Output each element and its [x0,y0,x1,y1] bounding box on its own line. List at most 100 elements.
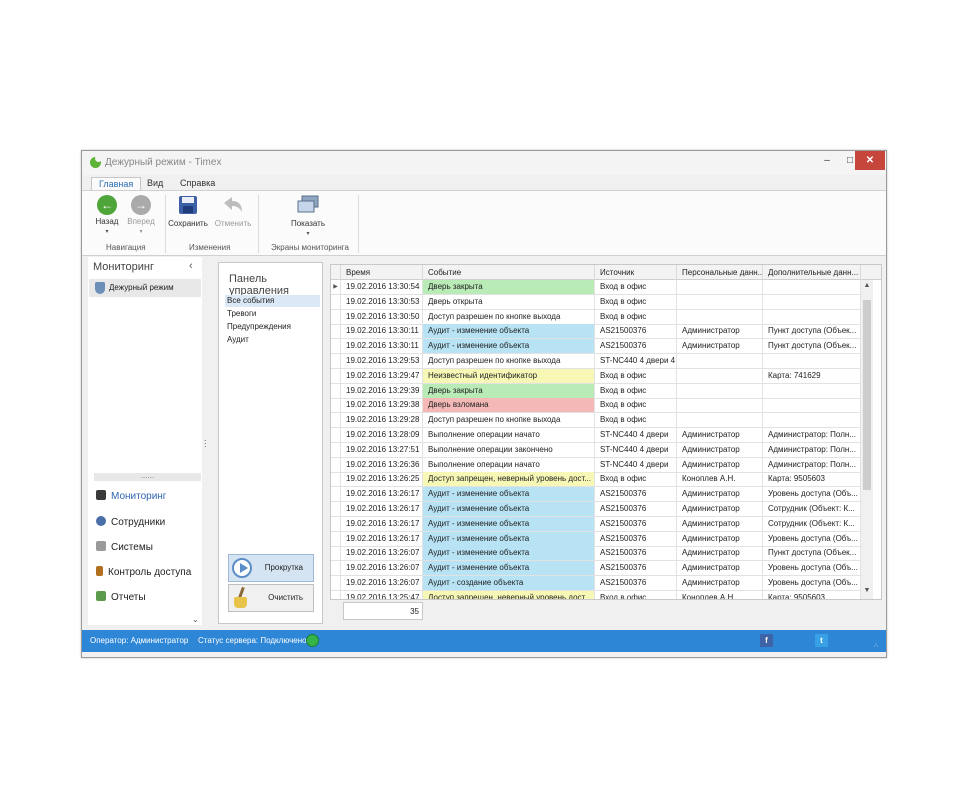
scroll-thumb[interactable] [863,300,871,490]
ribbon-separator [358,195,359,253]
nav-reports[interactable]: Отчеты [96,591,146,603]
facebook-icon[interactable]: f [760,634,773,647]
table-row[interactable]: 19.02.2016 13:26:25 Доступ запрещен, неве… [331,472,861,488]
close-button[interactable]: ✕ [855,151,885,170]
cell-time: 19.02.2016 13:29:28 [341,413,423,428]
table-row[interactable]: 19.02.2016 13:30:50 Доступ разрешен по кн… [331,309,861,325]
undo-button[interactable]: Отменить [212,195,254,228]
table-row[interactable]: ▶ 19.02.2016 13:30:54 Дверь закрыта Вход в … [331,280,861,295]
table-row[interactable]: 19.02.2016 13:26:17 Аудит - изменение объ… [331,502,861,517]
cell-event: Аудит - изменение объекта [423,531,595,546]
resize-grip-icon[interactable]: ∴ [874,642,878,649]
filter-alarms[interactable]: Тревоги [225,308,320,320]
column-header-extra[interactable]: Дополнительные данн... [763,265,861,280]
column-header-time[interactable]: Время [341,265,423,280]
row-indicator [331,324,341,339]
table-row[interactable]: 19.02.2016 13:26:17 Аудит - изменение объ… [331,516,861,532]
cell-personal: Администратор [677,442,763,457]
vertical-scrollbar[interactable]: ▲ ▼ [861,280,873,599]
cell-event: Доступ разрешен по кнопке выхода [423,354,595,368]
cell-personal [677,309,763,324]
cell-personal: Администратор [677,531,763,546]
table-row[interactable]: 19.02.2016 13:30:53 Дверь открыта Вход в о… [331,294,861,310]
cell-extra: Администратор: Полн... [763,428,861,442]
table-row[interactable]: 19.02.2016 13:28:09 Выполнение операции н… [331,428,861,443]
column-header-source[interactable]: Источник [595,265,677,280]
table-row[interactable]: 19.02.2016 13:27:51 Выполнение операции з… [331,442,861,458]
cell-extra: Карта: 741629 [763,368,861,383]
play-icon [232,558,252,578]
status-bar: Оператор: Администратор Статус сервера: … [82,630,886,652]
table-row[interactable]: 19.02.2016 13:29:47 Неизвестный идентифик… [331,368,861,384]
filter-audit[interactable]: Аудит [225,334,320,346]
scroll-down-icon[interactable]: ▼ [861,587,873,594]
tree-item-duty-mode[interactable]: Дежурный режим [89,279,201,297]
table-row[interactable]: 19.02.2016 13:26:17 Аудит - изменение объ… [331,531,861,547]
filter-all-events[interactable]: Все события [225,295,320,307]
server-status-icon [306,634,319,647]
save-button[interactable]: Сохранить [167,195,209,228]
cell-event: Дверь закрыта [423,280,595,294]
table-row[interactable]: 19.02.2016 13:30:11 Аудит - изменение объ… [331,324,861,340]
table-row[interactable]: 19.02.2016 13:26:17 Аудит - изменение объ… [331,487,861,503]
twitter-icon[interactable]: t [815,634,828,647]
table-row[interactable]: 19.02.2016 13:29:39 Дверь закрыта Вход в о… [331,383,861,399]
tab-view[interactable]: Вид [140,177,170,191]
table-row[interactable]: 19.02.2016 13:26:07 Аудит - создание объе… [331,576,861,591]
clear-button[interactable]: Очистить [228,584,314,612]
tab-home[interactable]: Главная [91,177,142,191]
column-header-personal[interactable]: Персональные данн... [677,265,763,280]
table-row[interactable]: 19.02.2016 13:26:36 Выполнение операции н… [331,457,861,473]
row-indicator [331,561,341,576]
grid-header: Время Событие Источник Персональные данн… [331,265,881,280]
cell-time: 19.02.2016 13:26:17 [341,487,423,502]
panel-splitter[interactable]: ...... [94,472,201,481]
cell-event: Выполнение операции закончено [423,442,595,457]
vertical-splitter[interactable]: ... [204,434,207,449]
operator-label: Оператор: Администратор [90,636,189,645]
cell-time: 19.02.2016 13:25:47 [341,590,423,599]
cell-source: AS21500376 [595,487,677,502]
cell-source: AS21500376 [595,561,677,576]
forward-button[interactable]: → Вперед ▾ [125,195,157,235]
chevron-down-icon[interactable]: ⌄ [192,615,199,624]
chevron-down-icon: ▾ [105,229,109,235]
arrow-left-icon: ← [97,195,117,215]
cell-event: Неизвестный идентификатор [423,368,595,383]
window-title: Дежурный режим - Timex [105,157,222,168]
table-row[interactable]: 19.02.2016 13:26:07 Аудит - изменение объ… [331,561,861,577]
table-row[interactable]: 19.02.2016 13:25:47 Доступ запрещен, неве… [331,590,861,599]
table-row[interactable]: 19.02.2016 13:29:53 Доступ разрешен по кн… [331,354,861,369]
show-button[interactable]: Показать ▾ [287,195,329,237]
cell-event: Аудит - изменение объекта [423,516,595,531]
collapse-icon[interactable]: ‹ [189,260,193,272]
table-row[interactable]: 19.02.2016 13:29:28 Доступ разрешен по кн… [331,413,861,429]
table-row[interactable]: 19.02.2016 13:29:38 Дверь взломана Вход в … [331,398,861,414]
nav-access-control[interactable]: Контроль доступа [96,566,191,578]
cell-personal: Администратор [677,457,763,472]
tab-help[interactable]: Справка [173,177,222,191]
door-icon [96,566,103,576]
cell-event: Аудит - изменение объекта [423,502,595,516]
filter-warnings[interactable]: Предупреждения [225,321,320,333]
cell-time: 19.02.2016 13:26:07 [341,561,423,576]
back-button[interactable]: ← Назад ▾ [94,195,120,235]
cell-source: AS21500376 [595,576,677,590]
nav-monitoring[interactable]: Мониторинг [96,490,166,502]
table-row[interactable]: 19.02.2016 13:30:11 Аудит - изменение объ… [331,339,861,355]
nav-employees[interactable]: Сотрудники [96,516,165,528]
cell-extra: Пункт доступа (Объек... [763,546,861,561]
cell-time: 19.02.2016 13:27:51 [341,442,423,457]
nav-panel-title: Мониторинг [93,261,155,273]
row-indicator [331,546,341,561]
cell-source: AS21500376 [595,502,677,516]
column-header-event[interactable]: Событие [423,265,595,280]
cell-time: 19.02.2016 13:26:36 [341,457,423,472]
row-indicator [331,531,341,546]
table-row[interactable]: 19.02.2016 13:26:07 Аудит - изменение объ… [331,546,861,562]
nav-systems[interactable]: Системы [96,541,153,553]
scroll-button[interactable]: Прокрутка [228,554,314,582]
shield-icon [95,282,105,294]
scroll-up-icon[interactable]: ▲ [861,282,873,289]
cell-personal: Коноплев А.Н. [677,590,763,599]
